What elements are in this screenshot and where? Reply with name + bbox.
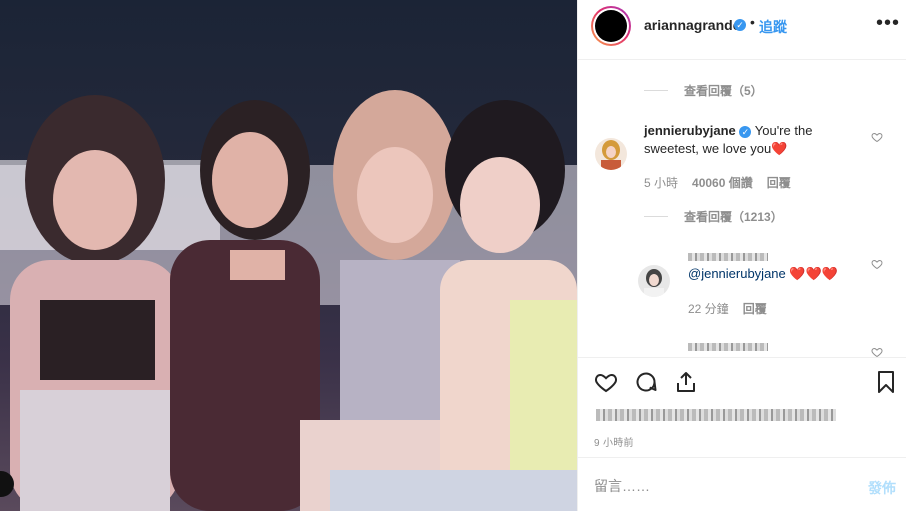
like-reply-heart-icon[interactable]	[871, 257, 883, 270]
verified-badge-icon: ✓	[739, 125, 752, 138]
view-replies-button[interactable]: 查看回覆（5）	[644, 82, 763, 99]
comment-input[interactable]	[594, 478, 834, 494]
reply-hearts: ❤️❤️❤️	[789, 266, 838, 281]
comment-icon[interactable]	[634, 370, 658, 394]
comment-time: 5 小時	[644, 176, 679, 190]
post-photo[interactable]	[0, 0, 577, 511]
comment-username[interactable]: jennierubyjane	[644, 123, 736, 138]
post-sidebar: ariannagrande ✓ • 追蹤 ••• 查看回覆（5） jennier…	[577, 0, 906, 511]
next-reply-redacted	[688, 337, 768, 355]
post-comment-button[interactable]: 發佈	[868, 478, 896, 498]
like-comment-heart-icon[interactable]	[871, 130, 883, 143]
add-comment-bar: 發佈	[578, 457, 906, 511]
share-icon[interactable]	[674, 370, 698, 394]
reply-time: 22 分鐘	[688, 302, 729, 316]
commenter-avatar-image	[595, 138, 627, 170]
reply-commenter-avatar[interactable]	[638, 265, 670, 297]
photo-illustration	[0, 90, 577, 511]
likes-summary-redacted[interactable]	[596, 406, 836, 424]
replies-divider	[644, 216, 668, 217]
view-replies-label: 查看回覆（1213）	[684, 210, 783, 224]
post-time-ago[interactable]: 9 小時前	[594, 434, 634, 449]
like-next-reply-heart-icon[interactable]	[871, 345, 883, 357]
replies-divider	[644, 90, 668, 91]
author-avatar[interactable]	[591, 6, 631, 46]
reply-body: @jennierubyjane ❤️❤️❤️	[688, 265, 838, 283]
bookmark-icon[interactable]	[874, 370, 898, 394]
heart-icon[interactable]	[594, 370, 618, 394]
view-replies-label: 查看回覆（5）	[684, 84, 763, 98]
reply-avatar-image	[638, 265, 670, 297]
commenter-avatar[interactable]	[595, 138, 627, 170]
comment-body: jennierubyjane ✓ You're the sweetest, we…	[644, 122, 844, 158]
more-horizontal-icon[interactable]: •••	[876, 12, 900, 35]
reply-meta: 22 分鐘 回覆	[688, 300, 767, 317]
blurred-likes	[596, 408, 836, 421]
verified-badge-icon: ✓	[734, 19, 746, 31]
view-replies-button[interactable]: 查看回覆（1213）	[644, 208, 783, 225]
comment-meta: 5 小時 40060 個讚 回覆	[644, 174, 791, 191]
reply-mention[interactable]: @jennierubyjane	[688, 266, 786, 281]
follow-button[interactable]: 追蹤	[759, 17, 787, 37]
blurred-username	[688, 252, 768, 261]
instagram-post: ariannagrande ✓ • 追蹤 ••• 查看回覆（5） jennier…	[0, 0, 906, 511]
comment-likes[interactable]: 40060 個讚	[692, 174, 753, 191]
separator-dot: •	[750, 14, 755, 30]
comments-list[interactable]: 查看回覆（5） jennierubyjane ✓ You're the swee…	[578, 61, 906, 357]
post-header: ariannagrande ✓ • 追蹤 •••	[578, 0, 906, 60]
reply-button[interactable]: 回覆	[767, 174, 791, 191]
heart-emoji-icon: ❤️	[771, 141, 788, 156]
reply-username-redacted	[688, 247, 768, 265]
author-username[interactable]: ariannagrande	[644, 17, 740, 33]
post-actions: 9 小時前	[578, 357, 906, 457]
avatar-image	[595, 10, 627, 42]
reply-reply-button[interactable]: 回覆	[743, 300, 767, 317]
blurred-username	[688, 342, 768, 351]
